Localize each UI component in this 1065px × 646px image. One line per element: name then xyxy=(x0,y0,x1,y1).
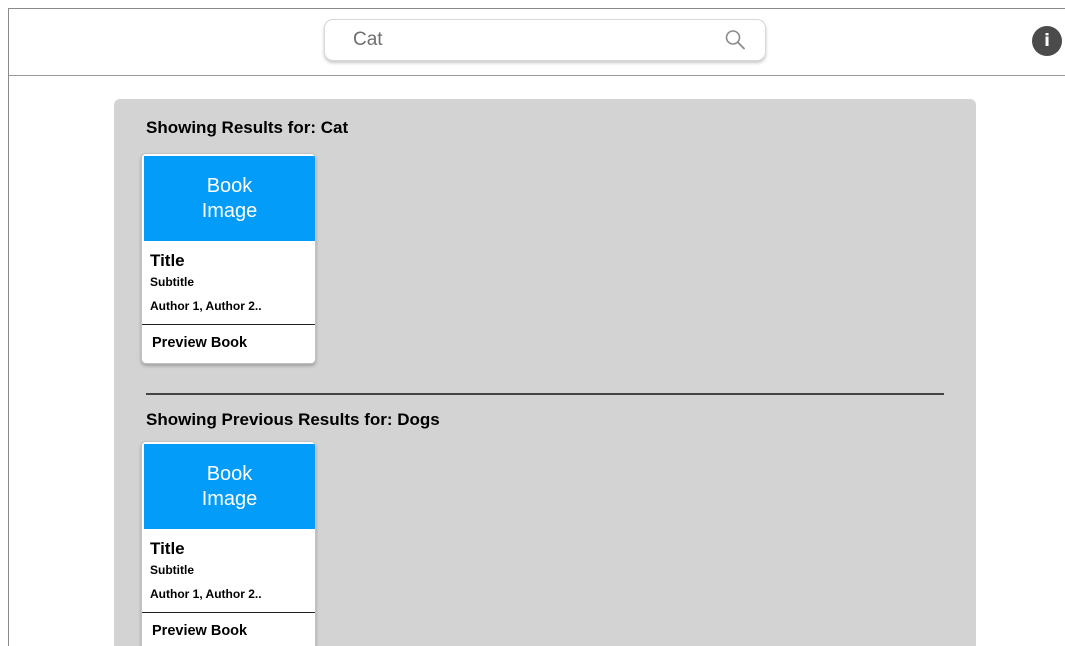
book-image-label: Book xyxy=(206,462,253,485)
book-image: Book Image xyxy=(144,156,315,241)
previous-results-heading: Showing Previous Results for: Dogs xyxy=(146,410,440,429)
book-title: Title xyxy=(150,251,185,270)
book-image-label: Image xyxy=(201,199,258,222)
book-subtitle: Subtitle xyxy=(150,563,194,577)
preview-book-link[interactable]: Preview Book xyxy=(152,623,247,639)
app-frame: i Showing Results for: Cat Book Image Ti… xyxy=(8,8,1065,646)
section-divider xyxy=(146,393,944,395)
card-divider xyxy=(142,612,315,613)
preview-book-link[interactable]: Preview Book xyxy=(152,335,247,351)
search-bar[interactable] xyxy=(324,19,766,61)
book-title: Title xyxy=(150,539,185,558)
results-panel: Showing Results for: Cat Book Image Titl… xyxy=(114,99,976,646)
info-icon: i xyxy=(1044,31,1050,51)
top-bar: i xyxy=(9,9,1065,76)
book-card[interactable]: Book Image Title Subtitle Author 1, Auth… xyxy=(141,153,316,364)
search-icon[interactable] xyxy=(723,28,747,52)
current-results-heading: Showing Results for: Cat xyxy=(146,118,349,137)
book-authors: Author 1, Author 2.. xyxy=(150,587,262,601)
book-subtitle: Subtitle xyxy=(150,275,194,289)
info-button[interactable]: i xyxy=(1032,26,1062,56)
book-image-label: Image xyxy=(201,487,258,510)
book-image-label: Book xyxy=(206,174,253,197)
book-authors: Author 1, Author 2.. xyxy=(150,299,262,313)
book-image: Book Image xyxy=(144,444,315,529)
card-divider xyxy=(142,324,315,325)
search-input[interactable] xyxy=(353,26,693,54)
book-card[interactable]: Book Image Title Subtitle Author 1, Auth… xyxy=(141,441,316,646)
